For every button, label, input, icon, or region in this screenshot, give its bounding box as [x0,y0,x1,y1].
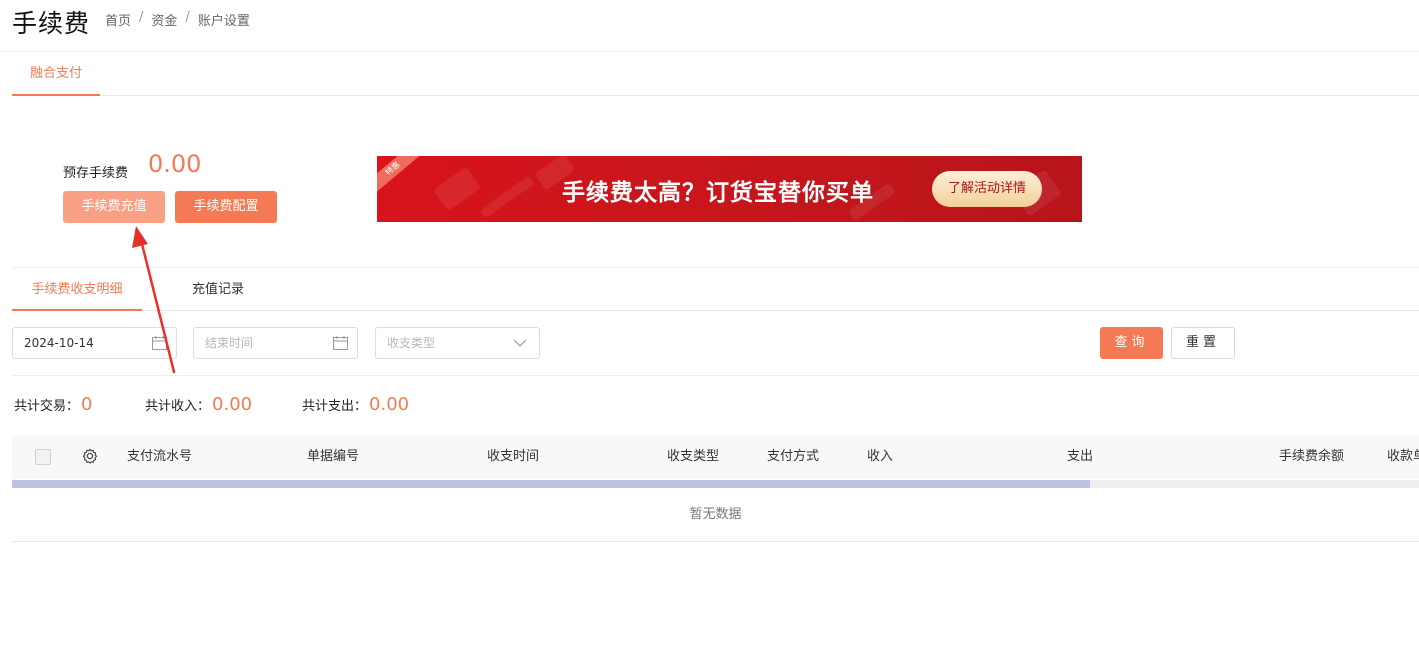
primary-tab-bar: 融合支付 [12,52,1419,96]
column-header-income: 收入 [867,449,894,464]
breadcrumb-funds[interactable]: 资金 [151,10,177,29]
column-header-expense: 支出 [1067,449,1094,464]
summary-transactions-value: 0 [81,394,93,415]
prepaid-fee-label: 预存手续费 [63,166,129,181]
secondary-tab-bar: 手续费收支明细 充值记录 [12,267,1419,311]
promo-banner[interactable]: 特惠 手续费太高？订货宝替你买单 了解活动详情 [377,156,1082,222]
page-title: 手续费 [12,9,91,38]
end-date-placeholder: 结束时间 [205,336,254,350]
select-all-checkbox[interactable] [35,449,51,465]
fee-config-button[interactable]: 手续费配置 [175,191,277,223]
calendar-icon [333,336,348,350]
breadcrumb: 首页 / 资金 / 账户设置 [105,10,250,29]
breadcrumb-separator: / [185,10,190,25]
transaction-type-select[interactable]: 收支类型 [375,327,540,359]
tab-fusion-payment[interactable]: 融合支付 [12,52,100,96]
gear-icon[interactable] [82,448,98,464]
reset-button[interactable]: 重置 [1171,327,1235,359]
fee-recharge-button[interactable]: 手续费充值 [63,191,165,223]
summary-expense-label: 共计支出： [302,399,368,414]
column-header-payment-method: 支付方式 [767,449,820,464]
banner-corner-tag: 特惠 [377,156,421,194]
column-header-receipt: 收款单 [1387,449,1419,464]
prepaid-fee-amount: 0.00 [148,150,202,178]
tab-fee-details[interactable]: 手续费收支明细 [12,268,142,311]
page-header: 手续费 首页 / 资金 / 账户设置 [0,0,1419,52]
horizontal-scrollbar-thumb[interactable] [12,480,1090,488]
query-button[interactable]: 查询 [1100,327,1163,359]
column-header-document-no: 单据编号 [307,449,360,464]
end-date-input[interactable]: 结束时间 [193,327,358,359]
summary-transactions-label: 共计交易： [14,399,80,414]
banner-decoration [433,166,481,212]
table-body: 暂无数据 [0,488,1419,542]
breadcrumb-account-settings: 账户设置 [197,14,250,29]
column-header-time: 收支时间 [487,449,540,464]
start-date-value: 2024-10-14 [24,336,94,350]
start-date-input[interactable]: 2024-10-14 [12,327,177,359]
banner-headline: 手续费太高？订货宝替你买单 [562,180,874,206]
summary-income-label: 共计收入： [145,399,211,414]
filter-divider [12,375,1419,376]
summary-income-value: 0.00 [212,394,253,415]
transaction-type-placeholder: 收支类型 [387,336,436,350]
summary-transactions: 共计交易： 0 [14,394,92,415]
table-header: 支付流水号 单据编号 收支时间 收支类型 支付方式 收入 支出 手续费余额 收款… [12,435,1419,479]
calendar-icon [152,336,167,350]
summary-expense-value: 0.00 [369,394,410,415]
banner-decoration [479,175,535,219]
breadcrumb-separator: / [139,10,144,25]
empty-state-text: 暂无数据 [12,488,1419,542]
column-header-fee-balance: 手续费余额 [1279,449,1345,464]
chevron-down-icon [513,339,527,347]
banner-learn-more-button[interactable]: 了解活动详情 [932,171,1042,207]
summary-expense: 共计支出： 0.00 [302,394,409,415]
tab-recharge-records[interactable]: 充值记录 [172,268,264,311]
summary-income: 共计收入： 0.00 [145,394,252,415]
column-header-payment-serial: 支付流水号 [127,449,193,464]
breadcrumb-home[interactable]: 首页 [105,10,131,29]
column-header-type: 收支类型 [667,449,720,464]
